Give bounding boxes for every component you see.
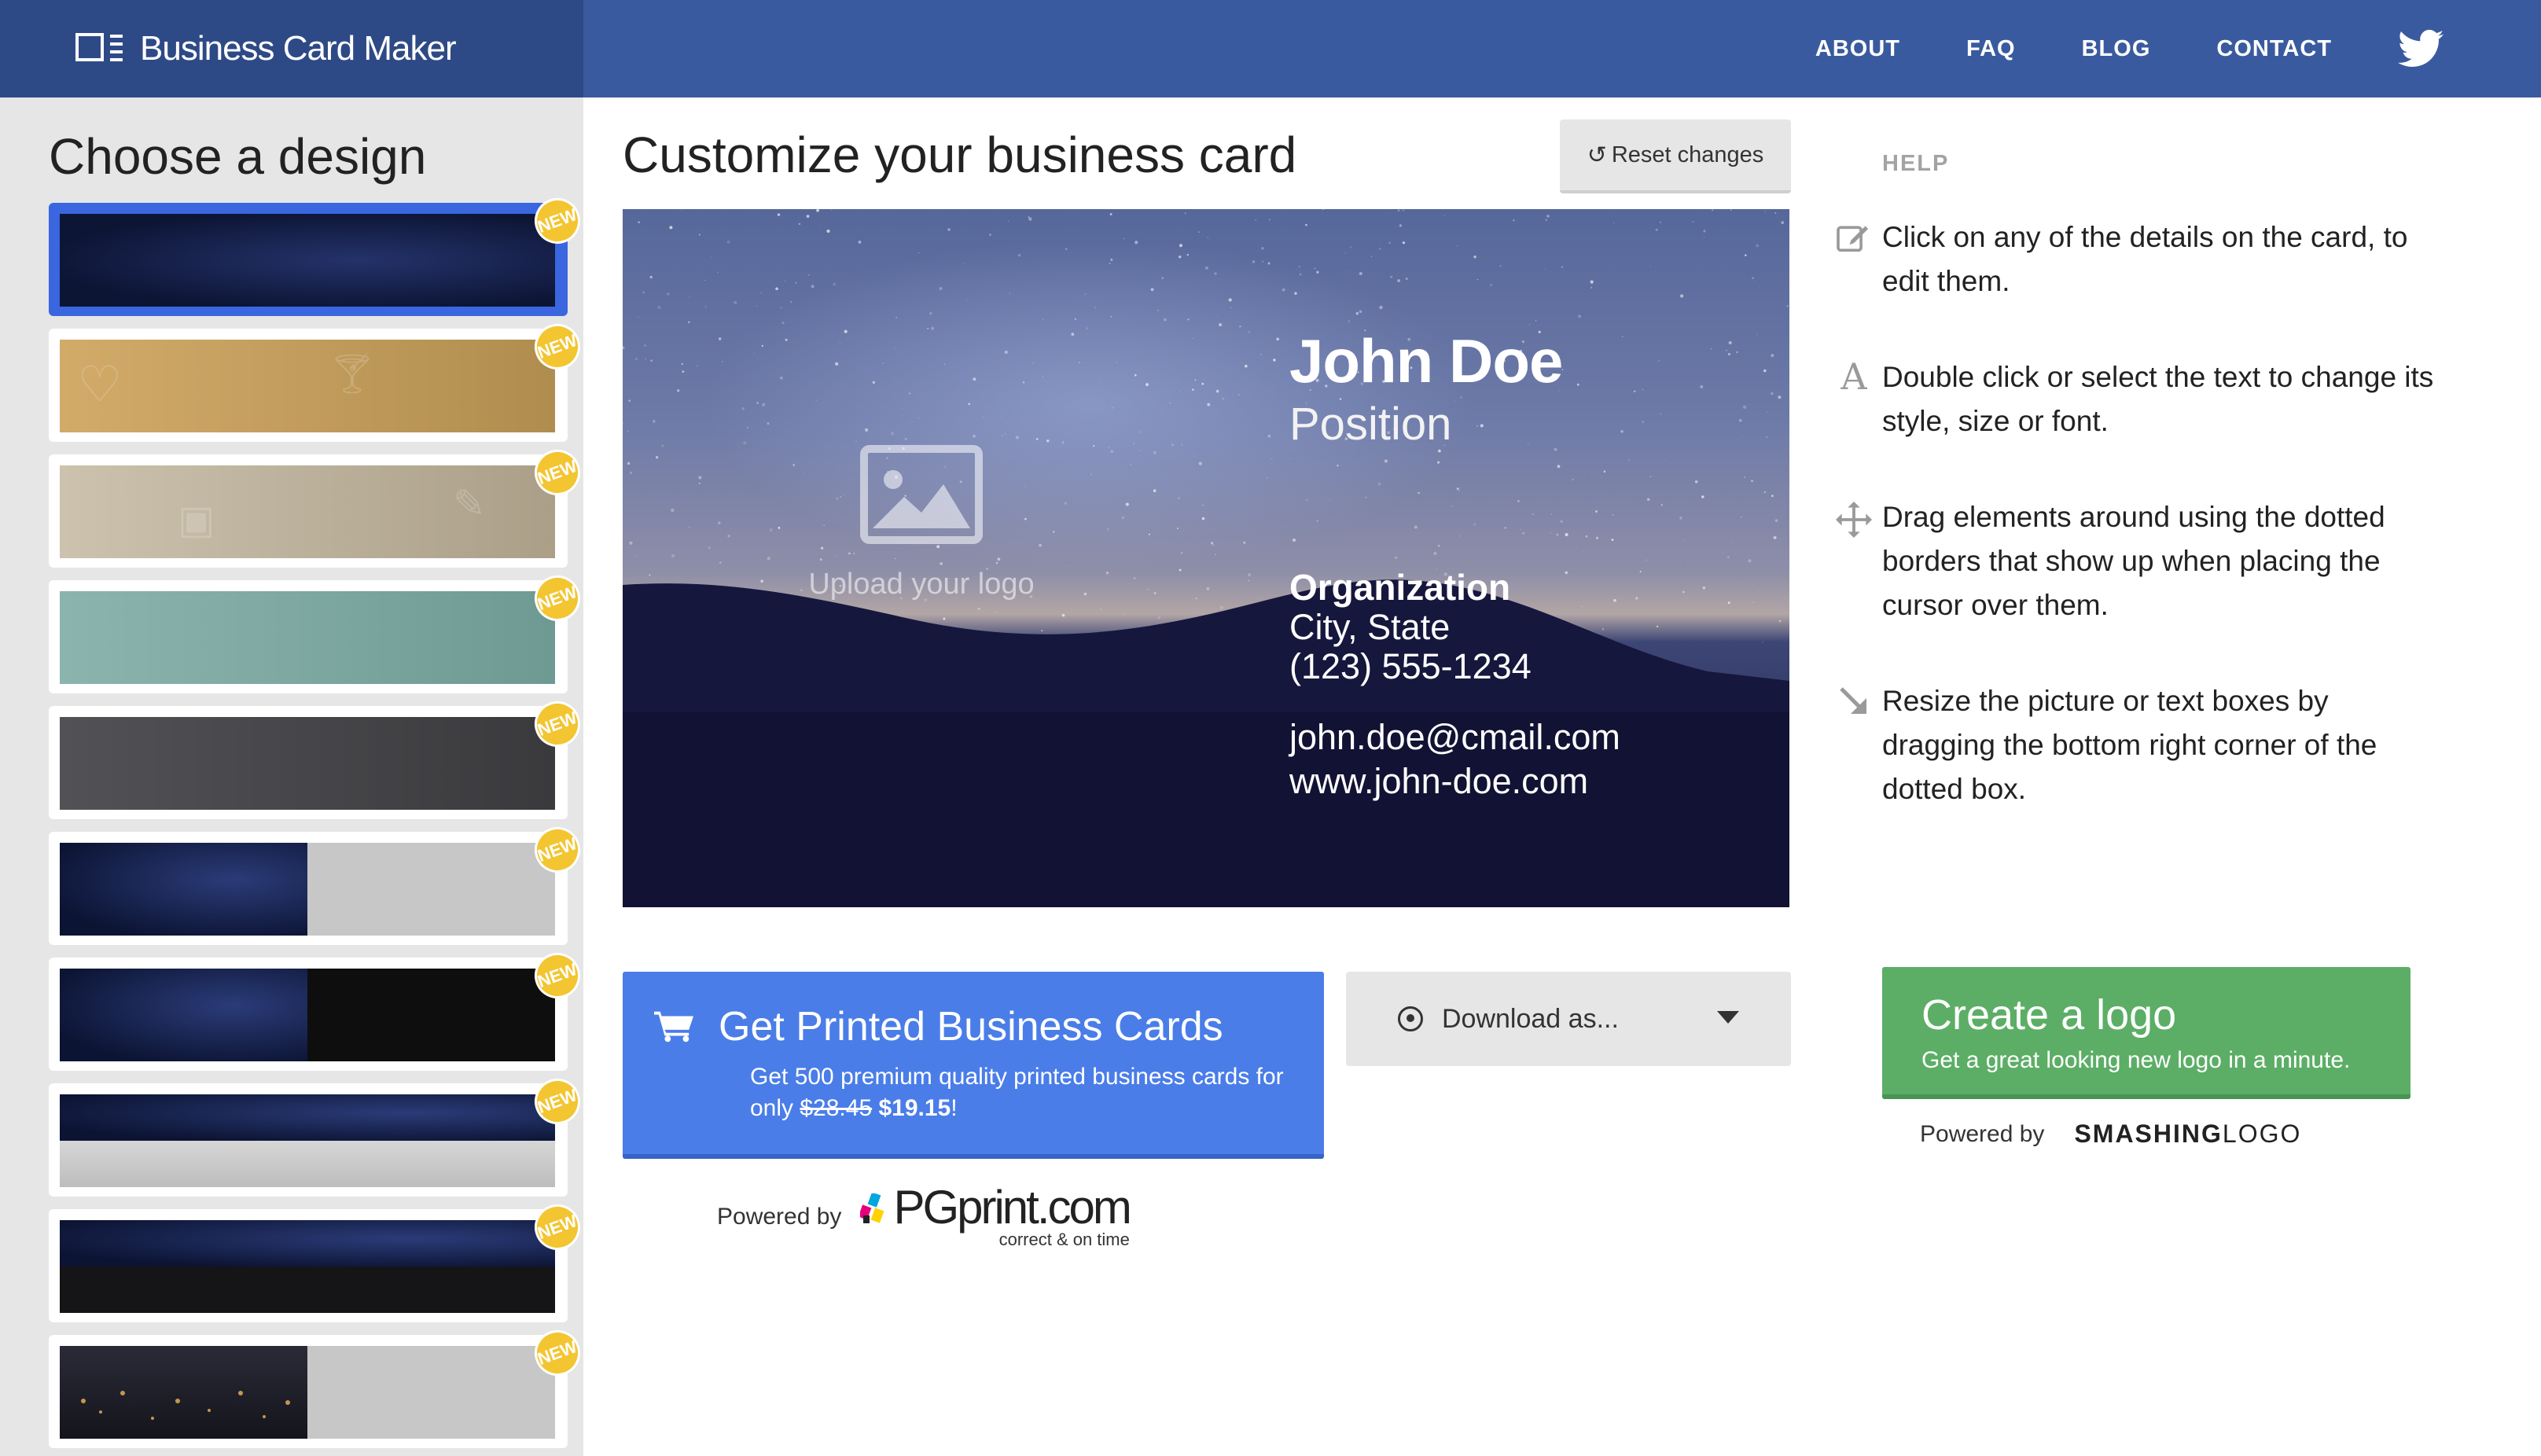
design-option-3[interactable]: ▣ ✎ NEW — [49, 443, 583, 568]
old-price: $28.45 — [800, 1095, 873, 1121]
smashinglogo-logo[interactable]: SMASHINGLOGO — [2074, 1120, 2301, 1149]
nav-link-about[interactable]: ABOUT — [1815, 36, 1900, 62]
font-icon: A — [1840, 355, 1867, 398]
card-phone[interactable]: (123) 555-1234 — [1289, 646, 1532, 687]
design-list: NEW ♡ 🍸︎ NEW ▣ ✎ NEW NEW NEW NEW NEW NEW… — [49, 191, 583, 1456]
help-text: Double click or select the text to chang… — [1882, 361, 2434, 437]
move-icon — [1826, 495, 1882, 627]
upload-logo-area[interactable]: Upload your logo — [805, 445, 1038, 601]
box-icon: ▣ — [178, 498, 215, 542]
offer-suffix: ! — [951, 1095, 958, 1121]
design-thumbnail: ▣ ✎ — [60, 465, 555, 558]
smashing-wordmark: SMASHING — [2074, 1120, 2223, 1148]
nav-link-contact[interactable]: CONTACT — [2216, 36, 2332, 62]
design-thumbnail — [60, 1094, 555, 1187]
image-placeholder-icon — [860, 445, 983, 544]
new-price: $19.15 — [878, 1095, 951, 1121]
undo-icon: ↺ — [1587, 142, 1607, 168]
brand-title: Business Card Maker — [140, 29, 457, 68]
upload-logo-caption: Upload your logo — [808, 568, 1035, 601]
card-website[interactable]: www.john-doe.com — [1289, 761, 1588, 802]
download-label: Download as... — [1442, 1003, 1619, 1034]
create-logo-title: Create a logo — [1921, 991, 2177, 1039]
reset-label: Reset changes — [1611, 142, 1764, 167]
heart-icon: ♡ — [77, 356, 123, 413]
print-title: Get Printed Business Cards — [719, 1004, 1223, 1050]
design-option-2[interactable]: ♡ 🍸︎ NEW — [49, 317, 583, 442]
design-option-6[interactable]: NEW — [49, 820, 583, 945]
help-item-resize: Resize the picture or text boxes by drag… — [1826, 679, 2455, 811]
card-organization[interactable]: Organization — [1289, 566, 1510, 609]
download-as-dropdown[interactable]: Download as... — [1346, 972, 1791, 1066]
business-card-preview: Upload your logo John Doe Position Organ… — [623, 209, 1789, 907]
business-card-icon — [75, 33, 126, 64]
design-option-1[interactable]: NEW — [49, 191, 583, 316]
help-item-drag: Drag elements around using the dotted bo… — [1826, 495, 2455, 627]
top-navbar: Business Card Maker ABOUT FAQ BLOG CONTA… — [0, 0, 2541, 97]
sidebar-title: Choose a design — [49, 128, 427, 185]
help-heading: HELP — [1882, 151, 1950, 176]
powered-by-pgprint: Powered by PGprint.com correct & on time — [717, 1181, 1132, 1250]
design-option-5[interactable]: NEW — [49, 694, 583, 819]
design-thumbnail — [60, 969, 555, 1061]
help-item-edit: Click on any of the details on the card,… — [1826, 215, 2455, 303]
powered-by-label: Powered by — [717, 1204, 842, 1230]
design-thumbnail — [60, 214, 555, 307]
pgprint-logo[interactable]: PGprint.com correct & on time — [860, 1181, 1132, 1250]
pgprint-wordmark: PGprint.com — [893, 1181, 1131, 1234]
design-thumbnail — [60, 843, 555, 936]
nav-links: ABOUT FAQ BLOG CONTACT — [1815, 0, 2541, 97]
help-item-style: A Double click or select the text to cha… — [1826, 355, 2455, 443]
card-position[interactable]: Position — [1289, 398, 1451, 450]
design-thumbnail — [60, 1220, 555, 1313]
cart-icon — [654, 1011, 693, 1042]
print-offer-text: Get 500 premium quality printed business… — [750, 1061, 1332, 1124]
powered-by-label: Powered by — [1920, 1120, 2045, 1147]
get-printed-cards-button[interactable]: Get Printed Business Cards Get 500 premi… — [623, 972, 1324, 1159]
page-title: Customize your business card — [623, 127, 1297, 183]
design-option-4[interactable]: NEW — [49, 568, 583, 693]
twitter-icon[interactable] — [2398, 29, 2444, 68]
powered-by-smashinglogo: Powered by SMASHINGLOGO — [1920, 1120, 2301, 1149]
design-option-9[interactable]: NEW — [49, 1197, 583, 1322]
design-thumbnail — [60, 591, 555, 684]
brand[interactable]: Business Card Maker — [0, 0, 583, 97]
pgprint-mark-icon — [860, 1193, 884, 1223]
card-email[interactable]: john.doe@cmail.com — [1289, 717, 1620, 758]
create-logo-button[interactable]: Create a logo Get a great looking new lo… — [1882, 967, 2410, 1099]
cocktail-icon: 🍸︎ — [327, 351, 377, 395]
help-text: Drag elements around using the dotted bo… — [1882, 501, 2385, 621]
chevron-down-icon — [1717, 1011, 1739, 1024]
reset-changes-button[interactable]: ↺ Reset changes — [1560, 119, 1791, 193]
pencil-icon: ✎ — [453, 482, 486, 526]
design-option-10[interactable]: NEW — [49, 1323, 583, 1448]
pgprint-tagline: correct & on time — [998, 1230, 1130, 1249]
design-thumbnail: ♡ 🍸︎ — [60, 340, 555, 432]
mountain-silhouette — [623, 579, 1789, 907]
resize-arrow-icon — [1826, 679, 1882, 811]
design-sidebar: Choose a design NEW ♡ 🍸︎ NEW ▣ ✎ NEW NEW — [0, 97, 583, 1456]
card-name[interactable]: John Doe — [1289, 325, 1563, 397]
help-text: Click on any of the details on the card,… — [1882, 221, 2408, 297]
create-logo-subtitle: Get a great looking new logo in a minute… — [1921, 1047, 2351, 1073]
design-option-8[interactable]: NEW — [49, 1072, 583, 1197]
design-thumbnail — [60, 717, 555, 810]
nav-link-faq[interactable]: FAQ — [1966, 36, 2016, 62]
nav-link-blog[interactable]: BLOG — [2082, 36, 2151, 62]
download-icon — [1398, 1006, 1423, 1031]
design-option-7[interactable]: NEW — [49, 946, 583, 1071]
card-city-state[interactable]: City, State — [1289, 607, 1450, 648]
edit-icon — [1826, 215, 1882, 303]
help-text: Resize the picture or text boxes by drag… — [1882, 685, 2377, 805]
design-thumbnail — [60, 1346, 555, 1439]
logo-wordmark: LOGO — [2222, 1120, 2302, 1148]
